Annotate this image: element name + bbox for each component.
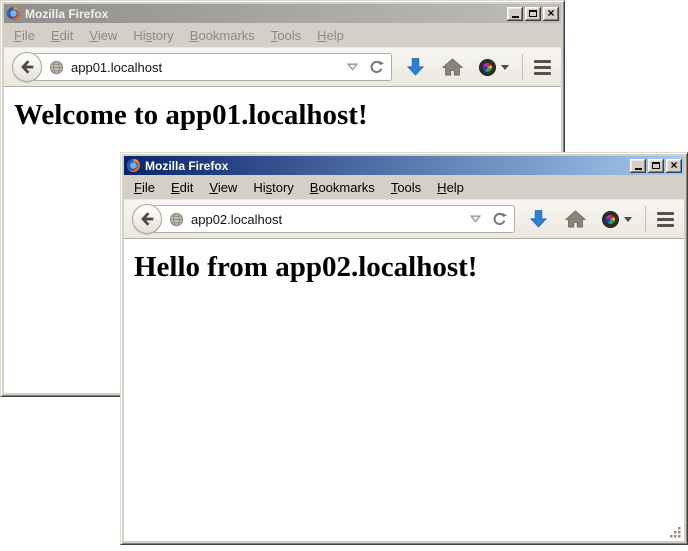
minimize-icon [635, 168, 642, 170]
firefox-logo-icon [6, 6, 21, 21]
menu-bookmarks[interactable]: Bookmarks [182, 25, 263, 46]
hamburger-menu-button[interactable] [534, 60, 551, 75]
back-button[interactable] [132, 204, 162, 234]
menu-help[interactable]: Help [429, 177, 472, 198]
page-content: Hello from app02.localhost! [124, 239, 684, 541]
globe-icon [49, 60, 64, 75]
addon-button[interactable] [602, 211, 632, 228]
maximize-icon [652, 162, 660, 169]
desktop: { "windows": [ { "title": "Mozilla Firef… [0, 0, 688, 551]
reload-icon[interactable] [492, 212, 507, 227]
back-button[interactable] [12, 52, 42, 82]
toolbar-separator [522, 54, 523, 80]
maximize-button[interactable] [525, 7, 541, 21]
globe-icon [169, 212, 184, 227]
menu-history[interactable]: History [125, 25, 181, 46]
menu-view[interactable]: View [201, 177, 245, 198]
home-icon [565, 210, 586, 228]
minimize-icon [512, 16, 519, 18]
url-text[interactable]: app02.localhost [191, 212, 470, 227]
close-button[interactable]: × [666, 159, 682, 173]
close-icon: × [547, 7, 554, 19]
resize-grip[interactable] [668, 525, 682, 539]
navigation-toolbar: app01.localhost [4, 47, 561, 87]
download-button[interactable] [529, 209, 548, 229]
chevron-down-icon [501, 65, 509, 70]
home-button[interactable] [442, 58, 463, 76]
window-title: Mozilla Firefox [145, 159, 626, 173]
page-heading: Welcome to app01.localhost! [14, 99, 561, 132]
menu-tools[interactable]: Tools [383, 177, 429, 198]
menu-tools[interactable]: Tools [263, 25, 309, 46]
close-button[interactable]: × [543, 7, 559, 21]
menu-edit[interactable]: Edit [163, 177, 201, 198]
download-arrow-icon [529, 209, 548, 229]
url-bar[interactable]: app02.localhost [153, 205, 515, 233]
menu-bar: File Edit View History Bookmarks Tools H… [4, 23, 561, 47]
navigation-toolbar: app02.localhost [124, 199, 684, 239]
download-arrow-icon [406, 57, 425, 77]
firefox-window-app02: Mozilla Firefox × File Edit View History… [120, 152, 688, 545]
maximize-button[interactable] [648, 159, 664, 173]
back-arrow-icon [19, 59, 35, 75]
window-title: Mozilla Firefox [25, 7, 503, 21]
titlebar[interactable]: Mozilla Firefox × [4, 4, 561, 23]
hamburger-menu-button[interactable] [657, 212, 674, 227]
minimize-button[interactable] [630, 159, 646, 173]
firefox-logo-icon [126, 158, 141, 173]
maximize-icon [529, 10, 537, 17]
hamburger-icon [534, 60, 551, 75]
menu-help[interactable]: Help [309, 25, 352, 46]
toolbar-separator [645, 206, 646, 232]
home-button[interactable] [565, 210, 586, 228]
menu-file[interactable]: File [6, 25, 43, 46]
menu-bar: File Edit View History Bookmarks Tools H… [124, 175, 684, 199]
menu-view[interactable]: View [81, 25, 125, 46]
menu-file[interactable]: File [126, 177, 163, 198]
reload-icon[interactable] [369, 60, 384, 75]
titlebar[interactable]: Mozilla Firefox × [124, 156, 684, 175]
addon-button[interactable] [479, 59, 509, 76]
url-bar[interactable]: app01.localhost [33, 53, 392, 81]
colorwheel-icon [602, 211, 619, 228]
minimize-button[interactable] [507, 7, 523, 21]
page-heading: Hello from app02.localhost! [134, 251, 684, 284]
url-text[interactable]: app01.localhost [71, 60, 347, 75]
urlbar-dropdown-icon[interactable] [347, 63, 358, 71]
download-button[interactable] [406, 57, 425, 77]
chevron-down-icon [624, 217, 632, 222]
back-arrow-icon [139, 211, 155, 227]
menu-edit[interactable]: Edit [43, 25, 81, 46]
menu-bookmarks[interactable]: Bookmarks [302, 177, 383, 198]
urlbar-dropdown-icon[interactable] [470, 215, 481, 223]
menu-history[interactable]: History [245, 177, 301, 198]
hamburger-icon [657, 212, 674, 227]
colorwheel-icon [479, 59, 496, 76]
close-icon: × [670, 159, 677, 171]
home-icon [442, 58, 463, 76]
